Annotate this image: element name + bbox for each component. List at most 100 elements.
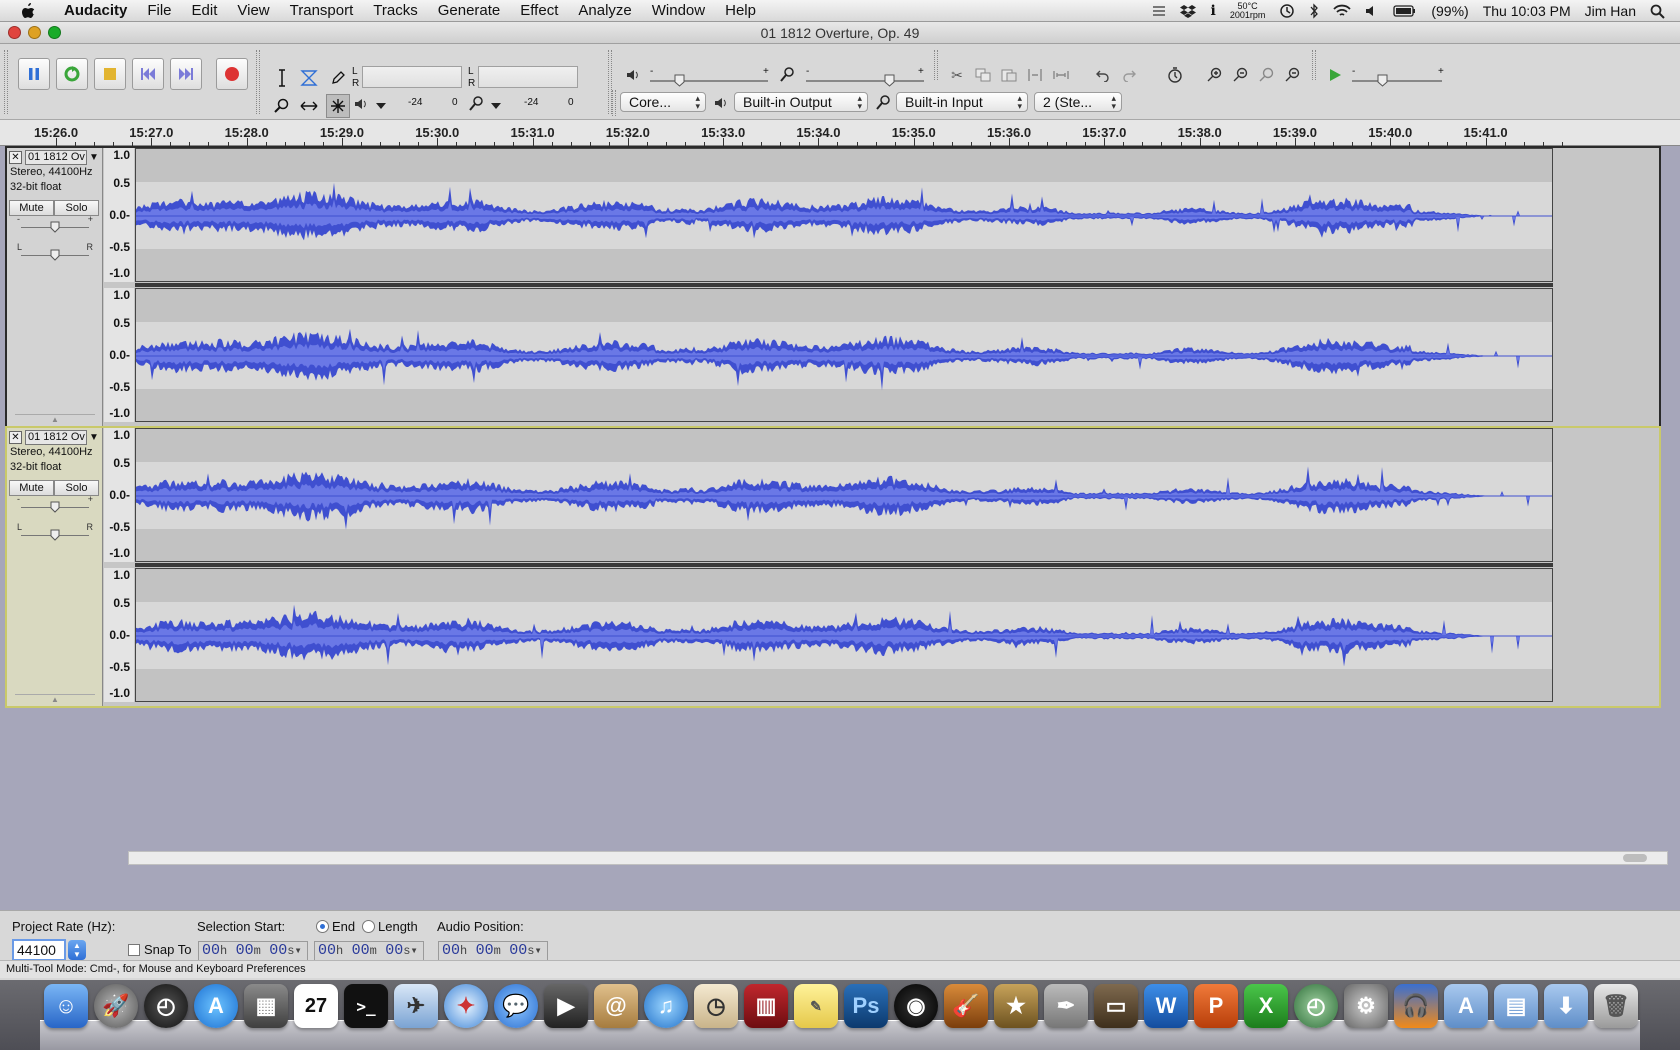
info-icon[interactable]: i	[1203, 3, 1222, 19]
close-track-icon[interactable]: ✕	[9, 431, 22, 444]
gain-slider-thumb[interactable]	[50, 221, 60, 233]
track-menu-dropdown-icon[interactable]: ▼	[89, 432, 99, 443]
spotlight-search-icon[interactable]	[1643, 4, 1672, 19]
gain-slider[interactable]: - +	[17, 214, 93, 234]
dashboard-icon[interactable]: ◴	[144, 984, 188, 1028]
menu-transport[interactable]: Transport	[280, 2, 364, 19]
play-loop-button[interactable]	[56, 58, 88, 90]
volume-icon[interactable]	[1358, 4, 1386, 18]
menu-window[interactable]: Window	[642, 2, 715, 19]
selection-end-time[interactable]: 00h 00m 00s▾	[314, 941, 424, 961]
output-volume-slider[interactable]	[650, 80, 768, 82]
mute-button[interactable]: Mute	[9, 480, 54, 496]
audio-host-select[interactable]: Core... ▴ ▾	[620, 92, 706, 112]
launchpad-icon[interactable]: 🚀	[94, 984, 138, 1028]
audacity-dock-icon[interactable]: 🎧	[1394, 984, 1438, 1028]
play-at-speed-icon[interactable]	[1324, 64, 1346, 86]
documents-folder-icon[interactable]: ▤	[1494, 984, 1538, 1028]
input-volume-slider-thumb[interactable]	[884, 74, 895, 87]
temperature-monitor[interactable]: 50°C 2001rpm	[1223, 2, 1273, 20]
time-machine-icon[interactable]	[1272, 3, 1302, 19]
menu-analyze[interactable]: Analyze	[568, 2, 641, 19]
battery-percent[interactable]: (99%)	[1424, 3, 1475, 19]
excel-icon[interactable]: X	[1244, 984, 1288, 1028]
input-device-select[interactable]: Built-in Input ▴ ▾	[896, 92, 1028, 112]
toolbar-grip[interactable]	[1312, 50, 1316, 80]
horizontal-scrollbar[interactable]	[128, 851, 1668, 865]
waveform-left-channel[interactable]	[135, 148, 1553, 282]
toolbar-grip[interactable]	[612, 90, 616, 116]
waveform-left-channel[interactable]	[135, 428, 1553, 562]
record-button[interactable]	[216, 58, 248, 90]
word-icon[interactable]: W	[1144, 984, 1188, 1028]
photoshop-icon[interactable]: Ps	[844, 984, 888, 1028]
trash-icon[interactable]: 🗑	[1594, 984, 1638, 1028]
menu-tracks[interactable]: Tracks	[363, 2, 427, 19]
pan-slider-thumb[interactable]	[50, 529, 60, 541]
recording-meter[interactable]	[478, 66, 578, 88]
facetime-icon[interactable]: ▶	[544, 984, 588, 1028]
bluetooth-icon[interactable]	[1302, 3, 1326, 19]
stickies-icon[interactable]: ✎	[794, 984, 838, 1028]
mute-button[interactable]: Mute	[9, 200, 54, 216]
waveform-right-channel[interactable]	[135, 288, 1553, 422]
copy-icon[interactable]	[972, 64, 994, 86]
preview-icon[interactable]: ✈	[394, 984, 438, 1028]
gain-slider-thumb[interactable]	[50, 501, 60, 513]
paste-icon[interactable]	[998, 64, 1020, 86]
track-name-menu[interactable]: 01 1812 Ov	[25, 430, 87, 445]
keynote-icon[interactable]: ▭	[1094, 984, 1138, 1028]
menu-edit[interactable]: Edit	[182, 2, 228, 19]
envelope-tool-icon[interactable]	[297, 66, 321, 90]
skip-to-end-button[interactable]	[170, 58, 202, 90]
input-volume-slider[interactable]	[806, 80, 924, 82]
playback-meter[interactable]	[362, 66, 462, 88]
playback-meter-dropdown-icon[interactable]	[370, 95, 392, 117]
audio-track-selected[interactable]: ✕ 01 1812 Ov ▼ Stereo, 44100Hz 32-bit fl…	[5, 426, 1661, 708]
input-channels-select[interactable]: 2 (Ste... ▴ ▾	[1034, 92, 1122, 112]
calendar-icon[interactable]: 27	[294, 984, 338, 1028]
sync-lock-icon[interactable]	[1164, 64, 1186, 86]
waveform-right-channel[interactable]	[135, 568, 1553, 702]
ichat-icon[interactable]: 💬	[494, 984, 538, 1028]
script-editor-icon[interactable]: ✒	[1044, 984, 1088, 1028]
collapse-track-icon[interactable]: ▲	[15, 694, 95, 704]
zoom-in-icon[interactable]	[1204, 64, 1226, 86]
menu-extras-icon[interactable]	[1145, 4, 1173, 18]
gain-slider[interactable]: - +	[17, 494, 93, 514]
user-name[interactable]: Jim Han	[1578, 3, 1643, 19]
address-book-icon[interactable]: @	[594, 984, 638, 1028]
itunes-icon[interactable]: ♫	[644, 984, 688, 1028]
zoom-tool-icon[interactable]	[270, 94, 294, 118]
clock[interactable]: Thu 10:03 PM	[1476, 3, 1578, 19]
menu-generate[interactable]: Generate	[428, 2, 511, 19]
safari-icon[interactable]: ✦	[444, 984, 488, 1028]
applications-folder-icon[interactable]: A	[1444, 984, 1488, 1028]
system-preferences-icon[interactable]: ⚙	[1344, 984, 1388, 1028]
snap-to-check-icon[interactable]	[128, 944, 140, 956]
audio-position-time[interactable]: 00h 00m 00s▾	[438, 941, 548, 961]
pause-button[interactable]	[18, 58, 50, 90]
toolbar-grip[interactable]	[934, 50, 938, 80]
time-shift-tool-icon[interactable]	[297, 94, 321, 118]
apple-menu-icon[interactable]	[18, 1, 38, 21]
fit-selection-icon[interactable]	[1256, 64, 1278, 86]
time-icon[interactable]: ◷	[694, 984, 738, 1028]
pan-slider-thumb[interactable]	[50, 249, 60, 261]
powerpoint-icon[interactable]: P	[1194, 984, 1238, 1028]
zoom-out-icon[interactable]	[1230, 64, 1252, 86]
menu-view[interactable]: View	[227, 2, 279, 19]
photo-booth-icon[interactable]: ▥	[744, 984, 788, 1028]
downloads-folder-icon[interactable]: ⬇	[1544, 984, 1588, 1028]
stop-button[interactable]	[94, 58, 126, 90]
scrollbar-thumb[interactable]	[1623, 854, 1647, 862]
selection-start-time[interactable]: 00h 00m 00s▾	[198, 941, 308, 961]
draw-tool-icon[interactable]	[326, 66, 350, 90]
menu-app-audacity[interactable]: Audacity	[54, 2, 137, 19]
battery-icon[interactable]	[1386, 5, 1424, 17]
aperture-icon[interactable]: ◉	[894, 984, 938, 1028]
length-radio-icon[interactable]	[362, 920, 375, 933]
wifi-icon[interactable]	[1326, 4, 1358, 18]
toolbar-grip[interactable]	[256, 50, 260, 114]
fit-project-icon[interactable]	[1282, 64, 1304, 86]
